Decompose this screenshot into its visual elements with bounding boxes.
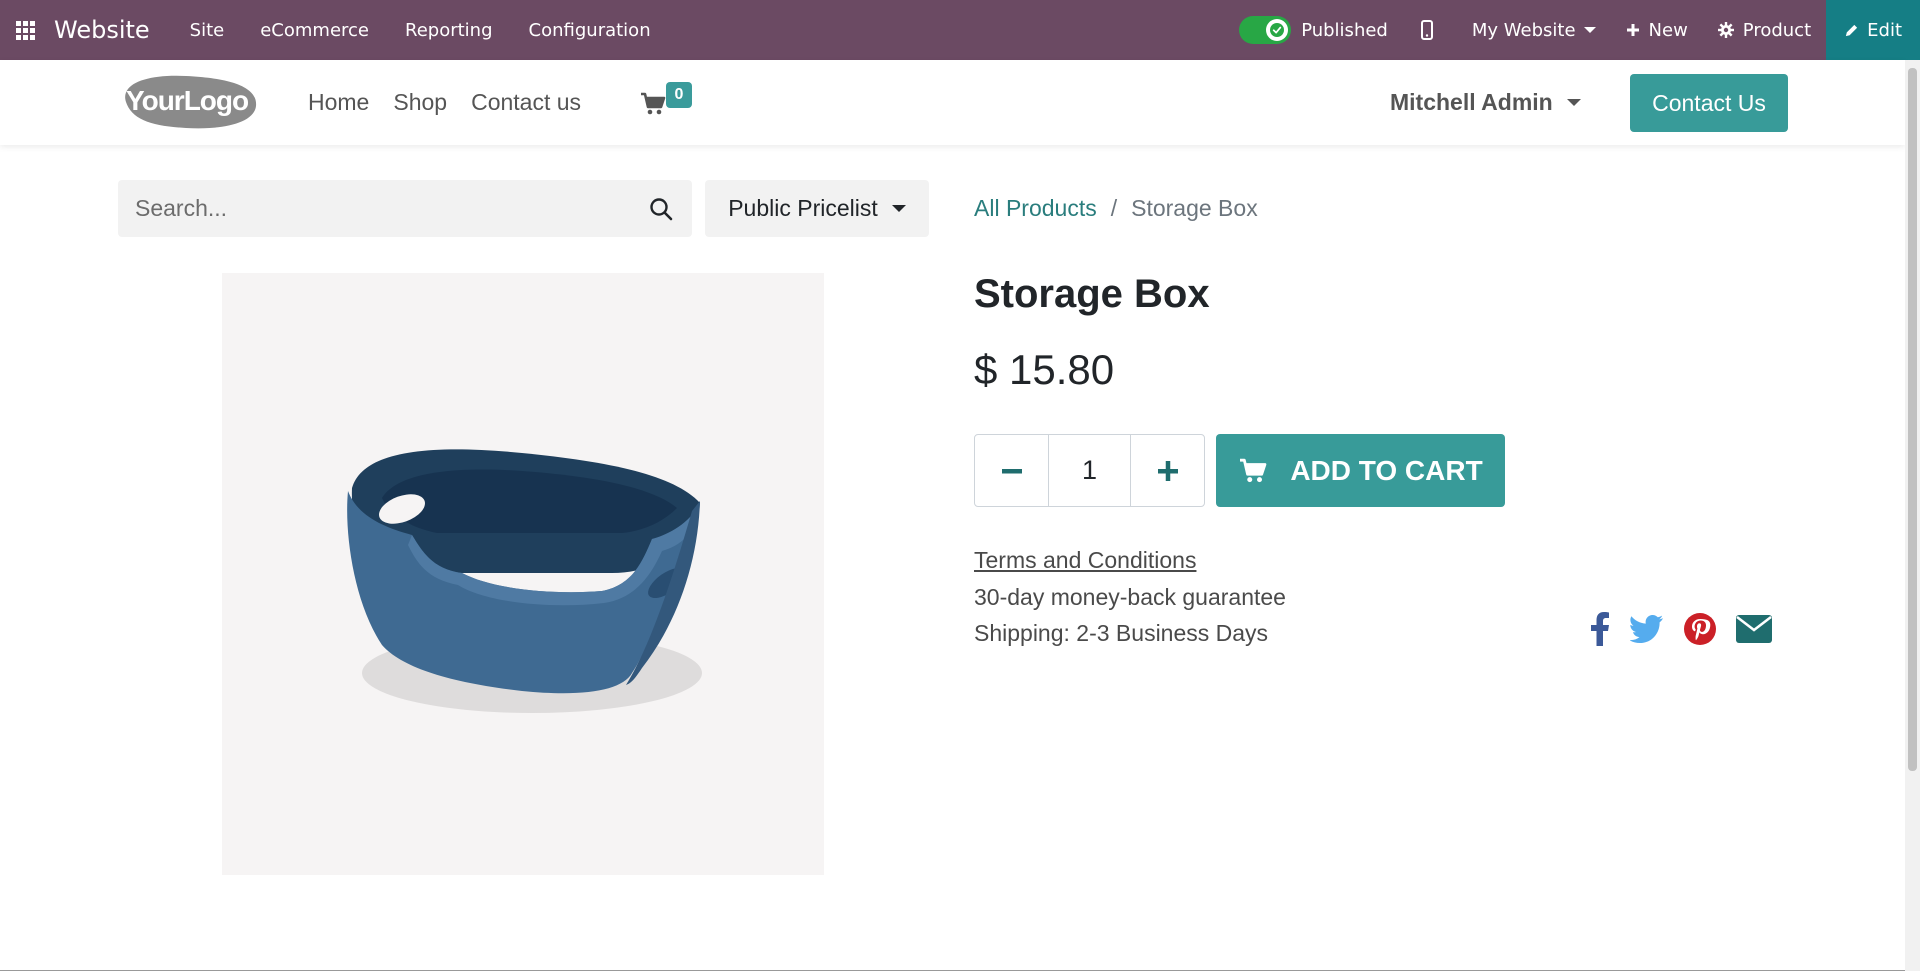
new-button[interactable]: New [1611,0,1703,60]
mobile-phone-icon [1420,20,1433,40]
admin-right-menu: Published My Website New Product Edit [1221,0,1920,60]
breadcrumb-separator: / [1110,195,1118,221]
website-switcher-label: My Website [1471,19,1576,41]
breadcrumb: All Products / Storage Box [974,180,1258,237]
chevron-down-icon [891,205,906,212]
shipping-text: Shipping: 2-3 Business Days [974,620,1269,646]
new-label: New [1648,19,1688,41]
menu-configuration[interactable]: Configuration [511,0,669,60]
shopping-cart-icon [641,92,666,115]
admin-menu: Site eCommerce Reporting Configuration [172,0,669,60]
published-label: Published [1301,19,1388,41]
app-name[interactable]: Website [54,16,150,44]
add-to-cart-button[interactable]: ADD TO CART [1216,434,1505,507]
breadcrumb-all-products[interactable]: All Products [974,195,1097,222]
menu-site[interactable]: Site [172,0,243,60]
pricelist-dropdown[interactable]: Public Pricelist [705,180,929,237]
edit-button[interactable]: Edit [1826,0,1920,60]
product-title: Storage Box [974,272,1210,316]
product-price: $ 15.80 [974,346,1115,393]
pricelist-label: Public Pricelist [728,195,878,221]
scrollbar-thumb[interactable] [1908,68,1917,771]
contact-us-button[interactable]: Contact Us [1630,74,1788,132]
logo-text: YourLogo [126,85,249,116]
quantity-stepper: 1 [974,434,1205,507]
checkmark-icon [1270,23,1285,37]
edit-label: Edit [1867,19,1902,41]
search-icon [650,197,673,220]
twitter-icon[interactable] [1630,615,1664,643]
site-logo[interactable]: YourLogo [116,70,260,132]
mobile-preview-button[interactable] [1406,0,1457,60]
storage-box-image [347,449,702,713]
published-toggle[interactable]: Published [1221,0,1406,60]
nav-contact-us[interactable]: Contact us [459,89,593,116]
website-viewport: Website Site eCommerce Reporting Configu… [0,0,1920,971]
cart-count-badge: 0 [666,82,692,108]
terms-and-conditions-link[interactable]: Terms and Conditions [974,547,1196,574]
search-input[interactable] [118,180,630,237]
guarantee-text: 30-day money-back guarantee [974,584,1286,610]
user-name: Mitchell Admin [1390,89,1553,115]
envelope-icon[interactable] [1736,615,1772,643]
menu-ecommerce[interactable]: eCommerce [242,0,387,60]
chevron-down-icon [1566,99,1581,106]
plus-icon [1157,460,1178,481]
add-to-cart-label: ADD TO CART [1290,454,1483,486]
product-label: Product [1742,19,1812,41]
pinterest-icon[interactable] [1684,613,1716,645]
nav-shop[interactable]: Shop [381,89,459,116]
site-header: YourLogo Home Shop Contact us 0 Mitchell… [0,60,1905,145]
decrease-quantity-button[interactable] [975,435,1048,506]
cart-link[interactable]: 0 [640,82,692,116]
admin-navbar: Website Site eCommerce Reporting Configu… [0,0,1920,60]
nav-home[interactable]: Home [296,89,381,116]
increase-quantity-button[interactable] [1131,435,1204,506]
plus-icon [1626,23,1640,37]
search-button[interactable] [630,180,692,237]
quantity-input[interactable]: 1 [1048,435,1131,506]
product-search [118,180,692,237]
gear-icon [1717,22,1734,38]
site-nav: Home Shop Contact us [296,60,593,145]
facebook-icon[interactable] [1590,612,1610,646]
product-button[interactable]: Product [1703,0,1826,60]
apps-menu-icon[interactable] [0,0,50,60]
website-switcher[interactable]: My Website [1457,0,1611,60]
pencil-icon [1844,23,1859,38]
share-links [1590,612,1792,646]
product-image[interactable] [222,273,824,875]
user-menu[interactable]: Mitchell Admin [1390,60,1581,145]
chevron-down-icon [1583,27,1596,33]
shopping-cart-icon [1240,458,1267,482]
minus-icon [1001,468,1022,473]
menu-reporting[interactable]: Reporting [387,0,511,60]
breadcrumb-current: Storage Box [1131,195,1258,221]
toggle-switch[interactable] [1239,16,1292,44]
